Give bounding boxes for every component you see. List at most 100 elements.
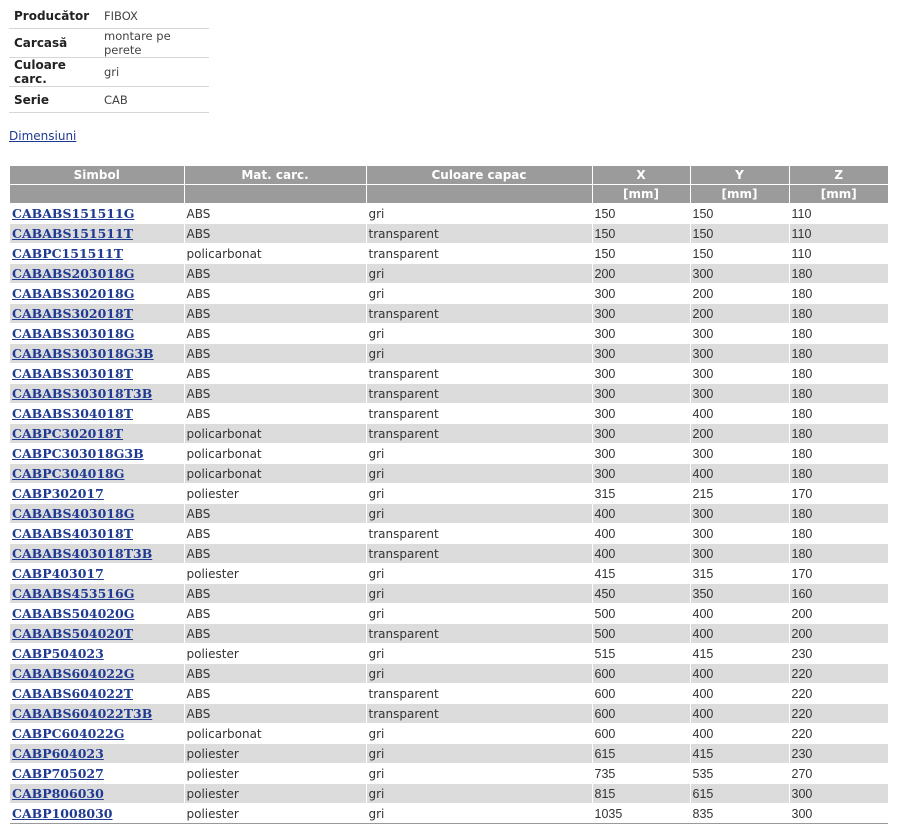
product-symbol-link[interactable]: CABP302017: [12, 486, 104, 501]
z-cell: 180: [788, 423, 888, 444]
cover-color-cell: gri: [365, 643, 592, 664]
cover-color-cell: transparent: [365, 683, 592, 704]
x-cell: 1035: [591, 803, 690, 824]
cover-color-cell: transparent: [365, 623, 592, 644]
material-cell: poliester: [183, 743, 366, 764]
product-symbol-link[interactable]: CABP403017: [12, 566, 104, 581]
material-cell: ABS: [183, 503, 366, 524]
product-symbol-link[interactable]: CABP1008030: [12, 806, 113, 821]
y-cell: 415: [689, 743, 789, 764]
product-symbol-link[interactable]: CABABS151511G: [12, 206, 134, 221]
material-cell: ABS: [183, 283, 366, 304]
product-symbol-link[interactable]: CABABS303018T3B: [12, 386, 152, 401]
x-cell: 300: [591, 463, 690, 484]
cover-color-cell: gri: [365, 323, 592, 344]
x-cell: 150: [591, 223, 690, 244]
cover-color-cell: gri: [365, 443, 592, 464]
product-symbol-link[interactable]: CABABS303018G: [12, 326, 134, 341]
material-cell: poliester: [183, 803, 366, 824]
table-row: CABABS303018G3B ABS gri 300 300 180: [10, 343, 888, 364]
product-symbol-link[interactable]: CABABS604022G: [12, 666, 134, 681]
table-row: CABP504023 poliester gri 515 415 230: [10, 643, 888, 664]
table-row: CABABS604022T ABS transparent 600 400 220: [10, 683, 888, 704]
y-cell: 150: [689, 203, 789, 224]
product-symbol-link[interactable]: CABABS302018T: [12, 306, 133, 321]
cover-color-cell: gri: [365, 343, 592, 364]
x-cell: 600: [591, 703, 690, 724]
z-cell: 110: [788, 203, 888, 224]
z-cell: 300: [788, 803, 888, 824]
product-symbol-link[interactable]: CABP504023: [12, 646, 104, 661]
unit-z: [mm]: [788, 184, 888, 204]
x-cell: 735: [591, 763, 690, 784]
material-cell: ABS: [183, 383, 366, 404]
symbol-cell: CABABS303018G3B: [10, 343, 184, 364]
table-row: CABABS604022T3B ABS transparent 600 400 220: [10, 703, 888, 724]
table-row: CABP302017 poliester gri 315 215 170: [10, 483, 888, 504]
y-cell: 400: [689, 703, 789, 724]
product-symbol-link[interactable]: CABABS504020G: [12, 606, 134, 621]
product-symbol-link[interactable]: CABABS151511T: [12, 226, 133, 241]
symbol-cell: CABPC151511T: [10, 243, 184, 264]
product-symbol-link[interactable]: CABPC302018T: [12, 426, 123, 441]
product-symbol-link[interactable]: CABABS403018T: [12, 526, 133, 541]
product-symbol-link[interactable]: CABABS403018G: [12, 506, 134, 521]
product-symbol-link[interactable]: CABABS604022T: [12, 686, 133, 701]
table-row: CABPC151511T policarbonat transparent 150 15…: [10, 243, 888, 264]
symbol-cell: CABP403017: [10, 563, 184, 584]
product-symbol-link[interactable]: CABPC151511T: [12, 246, 123, 261]
material-cell: poliester: [183, 483, 366, 504]
material-cell: ABS: [183, 703, 366, 724]
product-symbol-link[interactable]: CABABS302018G: [12, 286, 134, 301]
symbol-cell: CABABS604022T3B: [10, 703, 184, 724]
cover-color-cell: transparent: [365, 703, 592, 724]
cover-color-cell: transparent: [365, 383, 592, 404]
spec-value: FIBOX: [99, 3, 209, 29]
table-row: CABABS302018G ABS gri 300 200 180: [10, 283, 888, 304]
cover-color-cell: gri: [365, 203, 592, 224]
cover-color-cell: gri: [365, 803, 592, 824]
z-cell: 170: [788, 483, 888, 504]
z-cell: 180: [788, 363, 888, 384]
table-row: CABABS151511T ABS transparent 150 150 110: [10, 223, 888, 244]
cover-color-cell: gri: [365, 783, 592, 804]
product-symbol-link[interactable]: CABPC304018G: [12, 466, 124, 481]
product-symbol-link[interactable]: CABPC604022G: [12, 726, 124, 741]
product-symbol-link[interactable]: CABP705027: [12, 766, 104, 781]
symbol-cell: CABP604023: [10, 743, 184, 764]
cover-color-cell: transparent: [365, 223, 592, 244]
product-symbol-link[interactable]: CABABS203018G: [12, 266, 134, 281]
product-symbol-link[interactable]: CABABS453516G: [12, 586, 134, 601]
product-symbol-link[interactable]: CABPC303018G3B: [12, 446, 144, 461]
cover-color-cell: gri: [365, 463, 592, 484]
x-cell: 300: [591, 423, 690, 444]
product-symbol-link[interactable]: CABABS604022T3B: [12, 706, 152, 721]
product-symbol-link[interactable]: CABABS304018T: [12, 406, 133, 421]
product-symbol-link[interactable]: CABP604023: [12, 746, 104, 761]
symbol-cell: CABP806030: [10, 783, 184, 804]
symbol-cell: CABPC302018T: [10, 423, 184, 444]
dimensions-link[interactable]: Dimensiuni: [9, 129, 76, 143]
x-cell: 600: [591, 663, 690, 684]
table-row: CABABS303018G ABS gri 300 300 180: [10, 323, 888, 344]
table-row: CABP705027 poliester gri 735 535 270: [10, 763, 888, 784]
symbol-cell: CABPC304018G: [10, 463, 184, 484]
table-row: CABPC604022G policarbonat gri 600 400 220: [10, 723, 888, 744]
x-cell: 415: [591, 563, 690, 584]
y-cell: 535: [689, 763, 789, 784]
symbol-cell: CABABS604022T: [10, 683, 184, 704]
material-cell: ABS: [183, 303, 366, 324]
y-cell: 835: [689, 803, 789, 824]
y-cell: 200: [689, 423, 789, 444]
product-symbol-link[interactable]: CABABS303018T: [12, 366, 133, 381]
product-symbol-link[interactable]: CABABS303018G3B: [12, 346, 154, 361]
cover-color-cell: gri: [365, 743, 592, 764]
material-cell: poliester: [183, 563, 366, 584]
z-cell: 220: [788, 663, 888, 684]
col-header-simbol: Simbol: [10, 166, 184, 185]
product-symbol-link[interactable]: CABABS403018T3B: [12, 546, 152, 561]
product-symbol-link[interactable]: CABP806030: [12, 786, 104, 801]
product-symbol-link[interactable]: CABABS504020T: [12, 626, 133, 641]
symbol-cell: CABP504023: [10, 643, 184, 664]
x-cell: 500: [591, 603, 690, 624]
